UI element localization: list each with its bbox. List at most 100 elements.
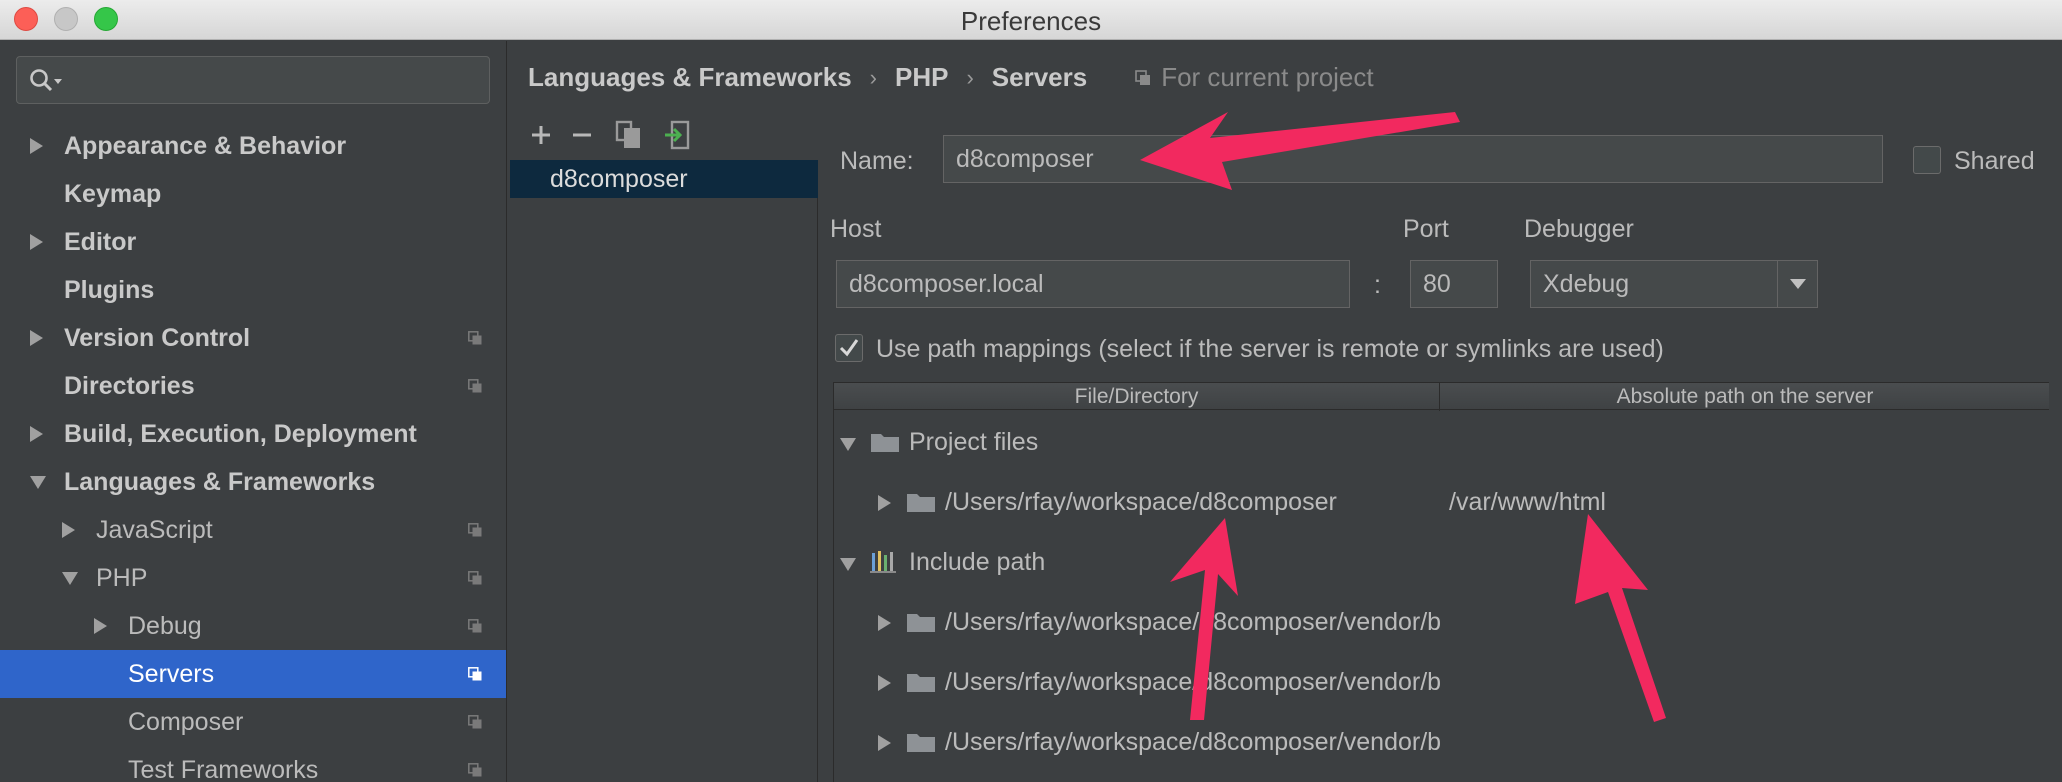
debugger-dropdown-button[interactable] <box>1777 261 1817 307</box>
debugger-select[interactable]: Xdebug <box>1530 260 1818 308</box>
breadcrumb: Languages & Frameworks › PHP › Servers F… <box>528 62 1374 93</box>
remove-server-button[interactable] <box>565 118 599 152</box>
server-list: d8composer <box>510 160 818 782</box>
sidebar-item-appearance-behavior[interactable]: Appearance & Behavior <box>0 122 506 170</box>
sidebar-item-label: Languages & Frameworks <box>64 467 376 496</box>
project-scope-icon <box>468 715 482 729</box>
scope-indicator: For current project <box>1135 62 1374 93</box>
project-scope-icon <box>468 619 482 633</box>
sidebar-item-label: JavaScript <box>96 515 213 544</box>
expand-arrow-icon[interactable] <box>30 330 43 346</box>
sidebar-item-keymap[interactable]: Keymap <box>0 170 506 218</box>
collapse-arrow-icon[interactable] <box>840 558 856 571</box>
sidebar-item-label: Version Control <box>64 323 251 352</box>
sidebar-item-label: Build, Execution, Deployment <box>64 419 417 448</box>
mapping-local-path: /Users/rfay/workspace/d8composer/vendor/… <box>945 728 1440 756</box>
sidebar-item-label: Composer <box>128 707 244 736</box>
project-scope-icon <box>468 667 482 681</box>
sidebar-item-debug[interactable]: Debug <box>0 602 506 650</box>
shared-checkbox[interactable] <box>1913 146 1941 174</box>
title-bar: Preferences <box>0 0 2062 40</box>
sidebar-item-editor[interactable]: Editor <box>0 218 506 266</box>
sidebar-item-label: Debug <box>128 611 202 640</box>
expand-arrow-icon[interactable] <box>878 675 891 691</box>
port-input[interactable]: 80 <box>1410 260 1498 308</box>
sidebar-item-directories[interactable]: Directories <box>0 362 506 410</box>
expand-arrow-icon[interactable] <box>30 138 43 154</box>
table-row[interactable]: /Users/rfay/workspace/d8composer/vendor/… <box>834 598 2049 646</box>
collapse-arrow-icon[interactable] <box>62 572 78 585</box>
copy-icon <box>615 120 640 148</box>
debugger-label: Debugger <box>1524 215 1634 243</box>
expand-arrow-icon[interactable] <box>878 615 891 631</box>
port-label: Port <box>1403 215 1449 243</box>
project-scope-icon <box>468 763 482 777</box>
collapse-arrow-icon[interactable] <box>840 438 856 451</box>
table-row[interactable]: /Users/rfay/workspace/d8composer/vendor/… <box>834 658 2049 706</box>
plus-icon <box>532 126 550 144</box>
sidebar-item-languages-frameworks[interactable]: Languages & Frameworks <box>0 458 506 506</box>
expand-arrow-icon[interactable] <box>878 735 891 751</box>
folder-icon <box>907 674 935 692</box>
table-row[interactable]: Project files <box>834 418 2049 466</box>
expand-arrow-icon[interactable] <box>30 426 43 442</box>
table-row[interactable]: /Users/rfay/workspace/d8composer/var/www… <box>834 478 2049 526</box>
debugger-selected-value: Xdebug <box>1543 269 1630 298</box>
breadcrumb-languages: Languages & Frameworks <box>528 62 852 92</box>
sidebar-item-test-frameworks[interactable]: Test Frameworks <box>0 746 506 782</box>
project-scope-icon <box>1135 69 1151 85</box>
library-icon <box>870 551 896 573</box>
add-server-button[interactable] <box>524 118 558 152</box>
folder-icon <box>871 434 899 452</box>
mapping-local-path: Include path <box>909 548 1046 576</box>
mapping-server-path[interactable]: /var/www/html <box>1449 488 1606 517</box>
breadcrumb-separator: › <box>869 64 877 90</box>
host-label: Host <box>830 215 882 243</box>
table-row[interactable]: /Users/rfay/workspace/d8composer/vendor/… <box>834 718 2049 766</box>
sidebar-item-label: Appearance & Behavior <box>64 131 347 160</box>
search-icon <box>30 69 62 92</box>
expand-arrow-icon[interactable] <box>878 495 891 511</box>
sidebar-item-build-execution-deployment[interactable]: Build, Execution, Deployment <box>0 410 506 458</box>
mapping-local-path: /Users/rfay/workspace/d8composer/vendor/… <box>945 668 1440 696</box>
sidebar-item-label: Directories <box>64 371 195 400</box>
sidebar-item-javascript[interactable]: JavaScript <box>0 506 506 554</box>
server-list-item[interactable]: d8composer <box>510 160 818 198</box>
table-row[interactable]: Include path <box>834 538 2049 586</box>
collapse-arrow-icon[interactable] <box>30 476 46 489</box>
sidebar-item-servers[interactable]: Servers <box>0 650 506 698</box>
expand-arrow-icon[interactable] <box>94 618 107 634</box>
import-icon <box>665 120 690 150</box>
column-header-file-directory[interactable]: File/Directory <box>834 383 1440 411</box>
copy-server-button[interactable] <box>612 118 646 152</box>
folder-icon <box>907 494 935 512</box>
sidebar-item-label: Test Frameworks <box>128 755 319 782</box>
shared-label: Shared <box>1954 147 2035 175</box>
use-path-mappings-label: Use path mappings (select if the server … <box>876 335 1664 363</box>
use-path-mappings-checkbox[interactable] <box>835 334 863 362</box>
breadcrumb-php: PHP <box>894 62 949 92</box>
server-list-toolbar <box>510 118 820 160</box>
expand-arrow-icon[interactable] <box>62 522 75 538</box>
sidebar-item-composer[interactable]: Composer <box>0 698 506 746</box>
expand-arrow-icon[interactable] <box>30 234 43 250</box>
breadcrumb-servers: Servers <box>991 62 1088 92</box>
server-name-input[interactable]: d8composer <box>943 135 1883 183</box>
settings-search-input[interactable] <box>16 56 490 104</box>
column-header-server-path[interactable]: Absolute path on the server <box>1440 383 2049 411</box>
sidebar-item-label: PHP <box>96 563 148 592</box>
sidebar-item-label: Plugins <box>64 275 155 304</box>
mapping-local-path: /Users/rfay/workspace/d8composer <box>945 488 1337 516</box>
sidebar-item-label: Keymap <box>64 179 162 208</box>
import-server-button[interactable] <box>660 118 694 152</box>
sidebar-item-php[interactable]: PHP <box>0 554 506 602</box>
host-input[interactable]: d8composer.local <box>836 260 1350 308</box>
scope-label: For current project <box>1161 62 1374 92</box>
sidebar-item-label: Editor <box>64 227 137 256</box>
folder-icon <box>907 734 935 752</box>
sidebar-item-version-control[interactable]: Version Control <box>0 314 506 362</box>
sidebar-item-plugins[interactable]: Plugins <box>0 266 506 314</box>
project-scope-icon <box>468 379 482 393</box>
name-label: Name: <box>840 147 914 175</box>
project-scope-icon <box>468 571 482 585</box>
